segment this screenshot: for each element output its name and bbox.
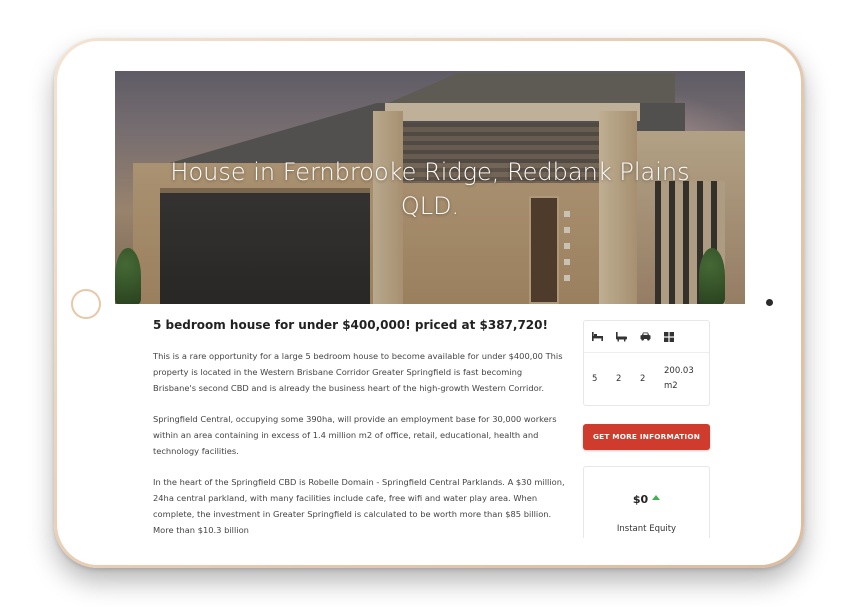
area-value: 200.03 m2	[664, 366, 694, 391]
home-button[interactable]	[71, 289, 101, 319]
equity-amount-value: $0	[632, 493, 649, 506]
tablet-screen: House in Fernbrooke Ridge, Redbank Plain…	[115, 71, 745, 538]
hero-banner: House in Fernbrooke Ridge, Redbank Plain…	[115, 71, 745, 304]
equity-label: Instant Equity	[616, 524, 677, 534]
feature-icons-row	[584, 321, 709, 353]
description-paragraph: In the heart of the Springfield CBD is R…	[153, 477, 565, 535]
bath-icon	[616, 321, 640, 353]
get-more-information-button[interactable]: GET MORE INFORMATION	[583, 424, 710, 450]
features-card: 5 2 2 200.03 m2	[583, 320, 710, 406]
bedrooms-value: 5	[592, 374, 598, 384]
parking-value: 2	[640, 374, 646, 384]
bathrooms-value: 2	[616, 374, 622, 384]
bed-icon	[592, 321, 616, 353]
equity-card: $0 Instant Equity	[583, 466, 710, 538]
car-icon	[640, 321, 664, 353]
description-paragraph: This is a rare opportunity for a large 5…	[153, 351, 563, 393]
description-paragraph: Springfield Central, occupying some 390h…	[153, 414, 557, 456]
listing-description: 5 bedroom house for under $400,000! pric…	[153, 318, 565, 538]
listing-content: 5 bedroom house for under $400,000! pric…	[115, 304, 745, 538]
listing-heading: 5 bedroom house for under $400,000! pric…	[153, 318, 548, 332]
camera-icon	[766, 299, 773, 306]
feature-values-row: 5 2 2 200.03 m2	[584, 353, 709, 405]
listing-sidebar: 5 2 2 200.03 m2 GET MORE INFORMATION $0 …	[583, 320, 710, 538]
hero-title: House in Fernbrooke Ridge, Redbank Plain…	[170, 158, 690, 220]
area-icon	[664, 321, 688, 353]
equity-amount: $0	[584, 493, 709, 506]
trend-up-icon	[652, 495, 661, 500]
